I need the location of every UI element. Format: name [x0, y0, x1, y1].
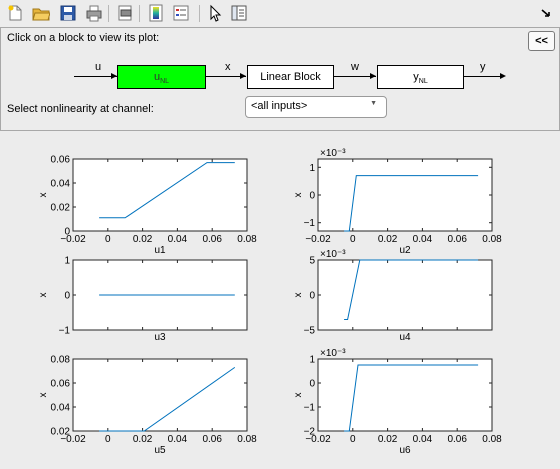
- y-tick-label: 0.04: [51, 179, 71, 190]
- toolbar-separator: [199, 5, 200, 22]
- input-nonlinearity-block[interactable]: uNL: [117, 65, 206, 89]
- y-tick-label: 1: [309, 163, 315, 174]
- print-icon[interactable]: [85, 4, 103, 22]
- linear-block[interactable]: Linear Block: [247, 65, 334, 89]
- x-tick-label: 0.06: [447, 434, 467, 445]
- x-tick-label: 0.08: [237, 234, 257, 245]
- x-axis-label: u6: [399, 445, 411, 456]
- colorbar-icon[interactable]: [147, 4, 165, 22]
- y-tick-label: 0.02: [51, 203, 71, 214]
- channel-select-value: <all inputs>: [251, 100, 308, 112]
- collapse-button[interactable]: <<: [528, 31, 555, 51]
- y-tick-label: 1: [64, 256, 70, 267]
- new-document-icon[interactable]: [6, 4, 24, 22]
- y-tick-label: 5: [309, 256, 315, 267]
- x-tick-label: 0.02: [378, 434, 398, 445]
- y-tick-label: 0: [309, 379, 315, 390]
- block-diagram-panel: Click on a block to view its plot: << u …: [0, 27, 560, 131]
- x-tick-label: 0.08: [482, 434, 502, 445]
- save-icon[interactable]: [59, 4, 77, 22]
- y-tick-label: −5: [304, 326, 316, 337]
- toolbar: [0, 0, 560, 27]
- y-exponent-label: ×10⁻³: [320, 148, 346, 159]
- signal-label-w: w: [351, 61, 359, 73]
- x-tick-label: −0.02: [60, 234, 86, 245]
- y-tick-label: 0.04: [51, 403, 71, 414]
- arrow-y: [500, 73, 506, 79]
- output-nl-subscript: NL: [418, 78, 428, 86]
- y-axis-label: x: [38, 393, 49, 398]
- x-axis-label: u2: [399, 245, 411, 256]
- x-tick-label: 0.04: [413, 234, 433, 245]
- wire-y: [463, 76, 501, 77]
- plot-browser-icon[interactable]: [230, 4, 248, 22]
- signal-label-u: u: [95, 61, 102, 73]
- y-axis-label: x: [38, 193, 49, 198]
- y-tick-label: −1: [304, 403, 316, 414]
- pointer-icon[interactable]: [206, 4, 224, 22]
- linear-block-label: Linear Block: [260, 71, 321, 83]
- signal-label-y: y: [480, 61, 486, 73]
- x-tick-label: −0.02: [305, 434, 331, 445]
- arrow-w: [370, 73, 376, 79]
- y-tick-label: −1: [59, 326, 71, 337]
- print-preview-icon[interactable]: [116, 4, 134, 22]
- channel-select-dropdown[interactable]: <all inputs> ▼: [245, 96, 387, 118]
- y-tick-label: −1: [304, 218, 316, 229]
- y-tick-label: 0.06: [51, 379, 71, 390]
- nonlinearity-plots: 00.020.040.06−0.02 0 0.02 0.04 0.06 0.08u1x−1…: [38, 148, 502, 456]
- x-axis-label: u3: [154, 332, 166, 343]
- y-exponent-label: ×10⁻³: [320, 348, 346, 359]
- x-tick-label: 0.02: [378, 234, 398, 245]
- y-exponent-label: ×10⁻³: [320, 249, 346, 260]
- axes-6: [317, 358, 493, 432]
- x-tick-label: 0.04: [168, 234, 188, 245]
- x-tick-label: 0.08: [482, 234, 502, 245]
- y-axis-label: x: [38, 293, 49, 298]
- toolbar-separator: [139, 5, 140, 22]
- y-tick-label: 0: [309, 291, 315, 302]
- channel-select-label: Select nonlinearity at channel:: [7, 103, 154, 115]
- legend-icon[interactable]: [172, 4, 190, 22]
- y-axis-label: x: [293, 193, 304, 198]
- x-axis-label: u5: [154, 445, 166, 456]
- panel-prompt: Click on a block to view its plot:: [7, 32, 160, 44]
- x-tick-label: 0: [105, 434, 111, 445]
- y-tick-label: 0: [64, 291, 70, 302]
- axes-2: [317, 158, 493, 232]
- output-nonlinearity-block[interactable]: yNL: [377, 65, 464, 89]
- axes-1: [72, 158, 248, 232]
- x-tick-label: 0: [350, 234, 356, 245]
- x-axis-label: u1: [154, 245, 166, 256]
- y-axis-label: x: [293, 293, 304, 298]
- x-tick-label: −0.02: [60, 434, 86, 445]
- chevron-down-icon: ▼: [370, 100, 377, 107]
- x-tick-label: 0.08: [237, 434, 257, 445]
- x-tick-label: −0.02: [305, 234, 331, 245]
- x-tick-label: 0.02: [133, 234, 153, 245]
- signal-label-x: x: [225, 61, 231, 73]
- x-axis-label: u4: [399, 332, 411, 343]
- open-folder-icon[interactable]: [32, 4, 51, 22]
- toolbar-separator: [108, 5, 109, 22]
- x-tick-label: 0: [350, 434, 356, 445]
- y-tick-label: 0: [309, 191, 315, 202]
- y-tick-label: 1: [309, 355, 315, 366]
- input-nl-subscript: NL: [160, 78, 170, 86]
- y-tick-label: 0.08: [51, 355, 71, 366]
- y-tick-label: 0.06: [51, 155, 71, 166]
- x-tick-label: 0.06: [447, 234, 467, 245]
- y-axis-label: x: [293, 393, 304, 398]
- x-tick-label: 0: [105, 234, 111, 245]
- x-tick-label: 0.06: [202, 234, 222, 245]
- x-tick-label: 0.04: [413, 434, 433, 445]
- x-tick-label: 0.02: [133, 434, 153, 445]
- dock-arrow-icon[interactable]: [539, 6, 553, 20]
- x-tick-label: 0.04: [168, 434, 188, 445]
- arrow-x: [240, 73, 246, 79]
- x-tick-label: 0.06: [202, 434, 222, 445]
